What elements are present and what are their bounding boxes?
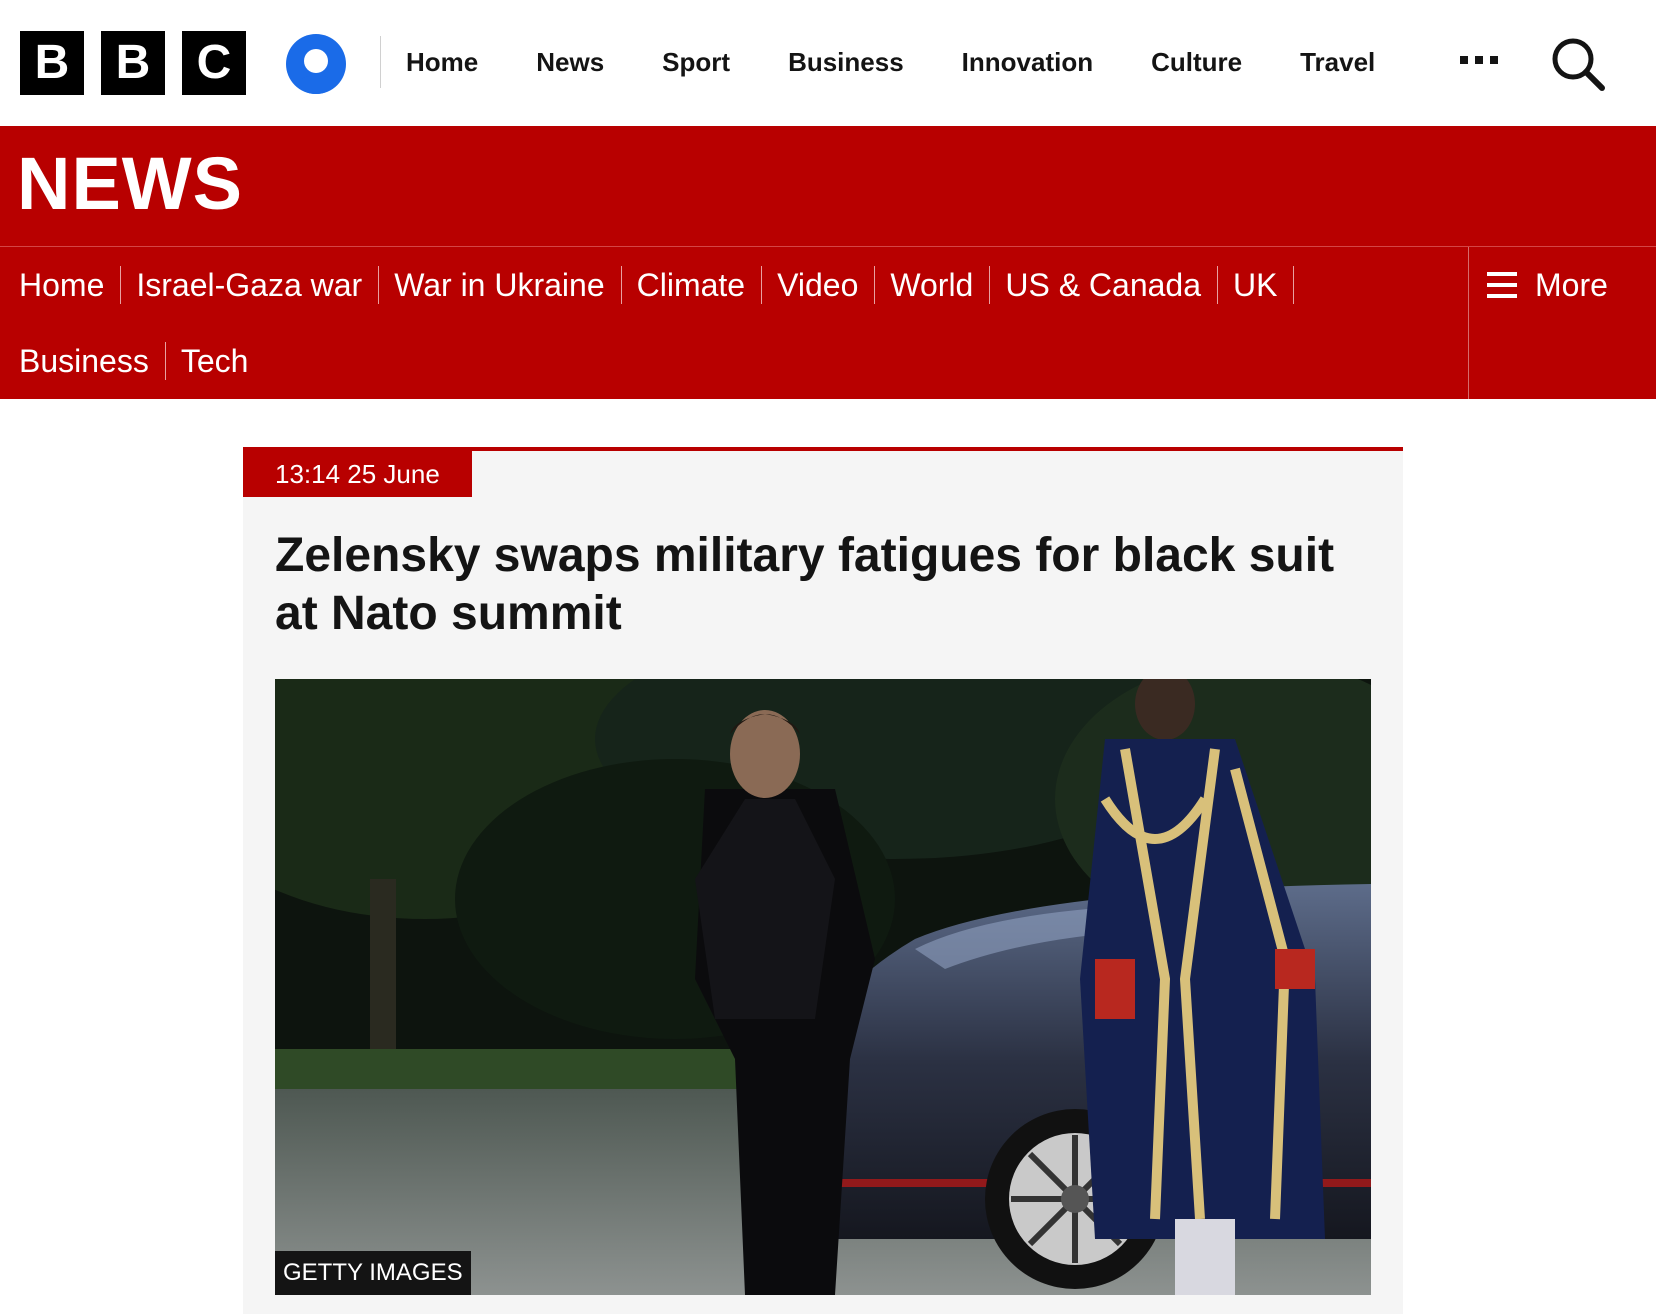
account-icon[interactable]: [284, 32, 348, 96]
section-nav: Home Israel-Gaza war War in Ukraine Clim…: [0, 247, 1656, 399]
ellipsis-icon[interactable]: [1460, 56, 1498, 64]
nav-divider: [874, 266, 876, 304]
nav-divider: [120, 266, 122, 304]
nav-divider: [989, 266, 991, 304]
section-nav-list: Home Israel-Gaza war War in Ukraine Clim…: [19, 247, 1449, 399]
nav-divider: [164, 342, 166, 380]
section-nav-item-home[interactable]: Home: [19, 247, 136, 323]
logo-letter-c: C: [182, 31, 246, 95]
search-icon[interactable]: [1550, 36, 1606, 92]
section-nav-label: War in Ukraine: [394, 267, 605, 303]
nav-divider: [620, 266, 622, 304]
logo-letter-b2: B: [101, 31, 165, 95]
section-nav-item-tech[interactable]: Tech: [181, 323, 249, 399]
section-nav-label: Climate: [636, 267, 746, 303]
live-post-card: 13:14 25 June Zelensky swaps military fa…: [243, 447, 1403, 1314]
section-nav-label: Video: [777, 267, 859, 303]
header-divider: [380, 36, 381, 88]
global-nav-innovation[interactable]: Innovation: [962, 40, 1093, 84]
more-menu-label: More: [1535, 267, 1608, 303]
more-menu-button[interactable]: More: [1487, 265, 1608, 305]
section-nav-item-uk[interactable]: UK: [1233, 247, 1309, 323]
section-nav-item-business[interactable]: Business: [19, 323, 181, 399]
section-nav-item-israel-gaza-war[interactable]: Israel-Gaza war: [136, 247, 394, 323]
section-nav-label: Tech: [180, 343, 249, 379]
more-menu-column: More: [1468, 247, 1656, 399]
section-nav-item-climate[interactable]: Climate: [637, 247, 777, 323]
section-nav-label: US & Canada: [1005, 267, 1202, 303]
section-nav-label: Israel-Gaza war: [136, 267, 363, 303]
section-nav-label: Business: [19, 343, 149, 379]
section-nav-label: Home: [19, 267, 105, 303]
section-nav-label: World: [890, 267, 974, 303]
nav-divider: [1217, 266, 1219, 304]
image-credit: GETTY IMAGES: [275, 1251, 471, 1295]
section-nav-item-video[interactable]: Video: [777, 247, 890, 323]
section-title[interactable]: NEWS: [17, 144, 243, 224]
section-nav-label: UK: [1233, 267, 1278, 303]
global-header: B B C Home News Sport Business Innovatio…: [0, 0, 1656, 126]
global-nav: Home News Sport Business Innovation Cult…: [406, 40, 1433, 84]
photo-illustration: [275, 679, 1371, 1295]
global-nav-news[interactable]: News: [536, 40, 604, 84]
global-nav-sport[interactable]: Sport: [662, 40, 730, 84]
global-nav-business[interactable]: Business: [788, 40, 904, 84]
section-nav-item-war-in-ukraine[interactable]: War in Ukraine: [394, 247, 636, 323]
post-timestamp: 13:14 25 June: [243, 451, 472, 497]
nav-divider: [378, 266, 380, 304]
section-nav-item-world[interactable]: World: [890, 247, 1005, 323]
section-nav-item-us-canada[interactable]: US & Canada: [1005, 247, 1233, 323]
article-photo: GETTY IMAGES: [275, 679, 1371, 1295]
nav-divider: [761, 266, 763, 304]
logo-letter-b1: B: [20, 31, 84, 95]
post-headline: Zelensky swaps military fatigues for bla…: [275, 529, 1335, 640]
global-nav-culture[interactable]: Culture: [1151, 40, 1242, 84]
bbc-logo[interactable]: B B C: [20, 31, 246, 95]
news-banner: NEWS: [0, 126, 1656, 247]
global-nav-travel[interactable]: Travel: [1300, 40, 1375, 84]
nav-divider: [1293, 266, 1295, 304]
global-nav-home[interactable]: Home: [406, 40, 478, 84]
menu-icon: [1487, 272, 1517, 298]
